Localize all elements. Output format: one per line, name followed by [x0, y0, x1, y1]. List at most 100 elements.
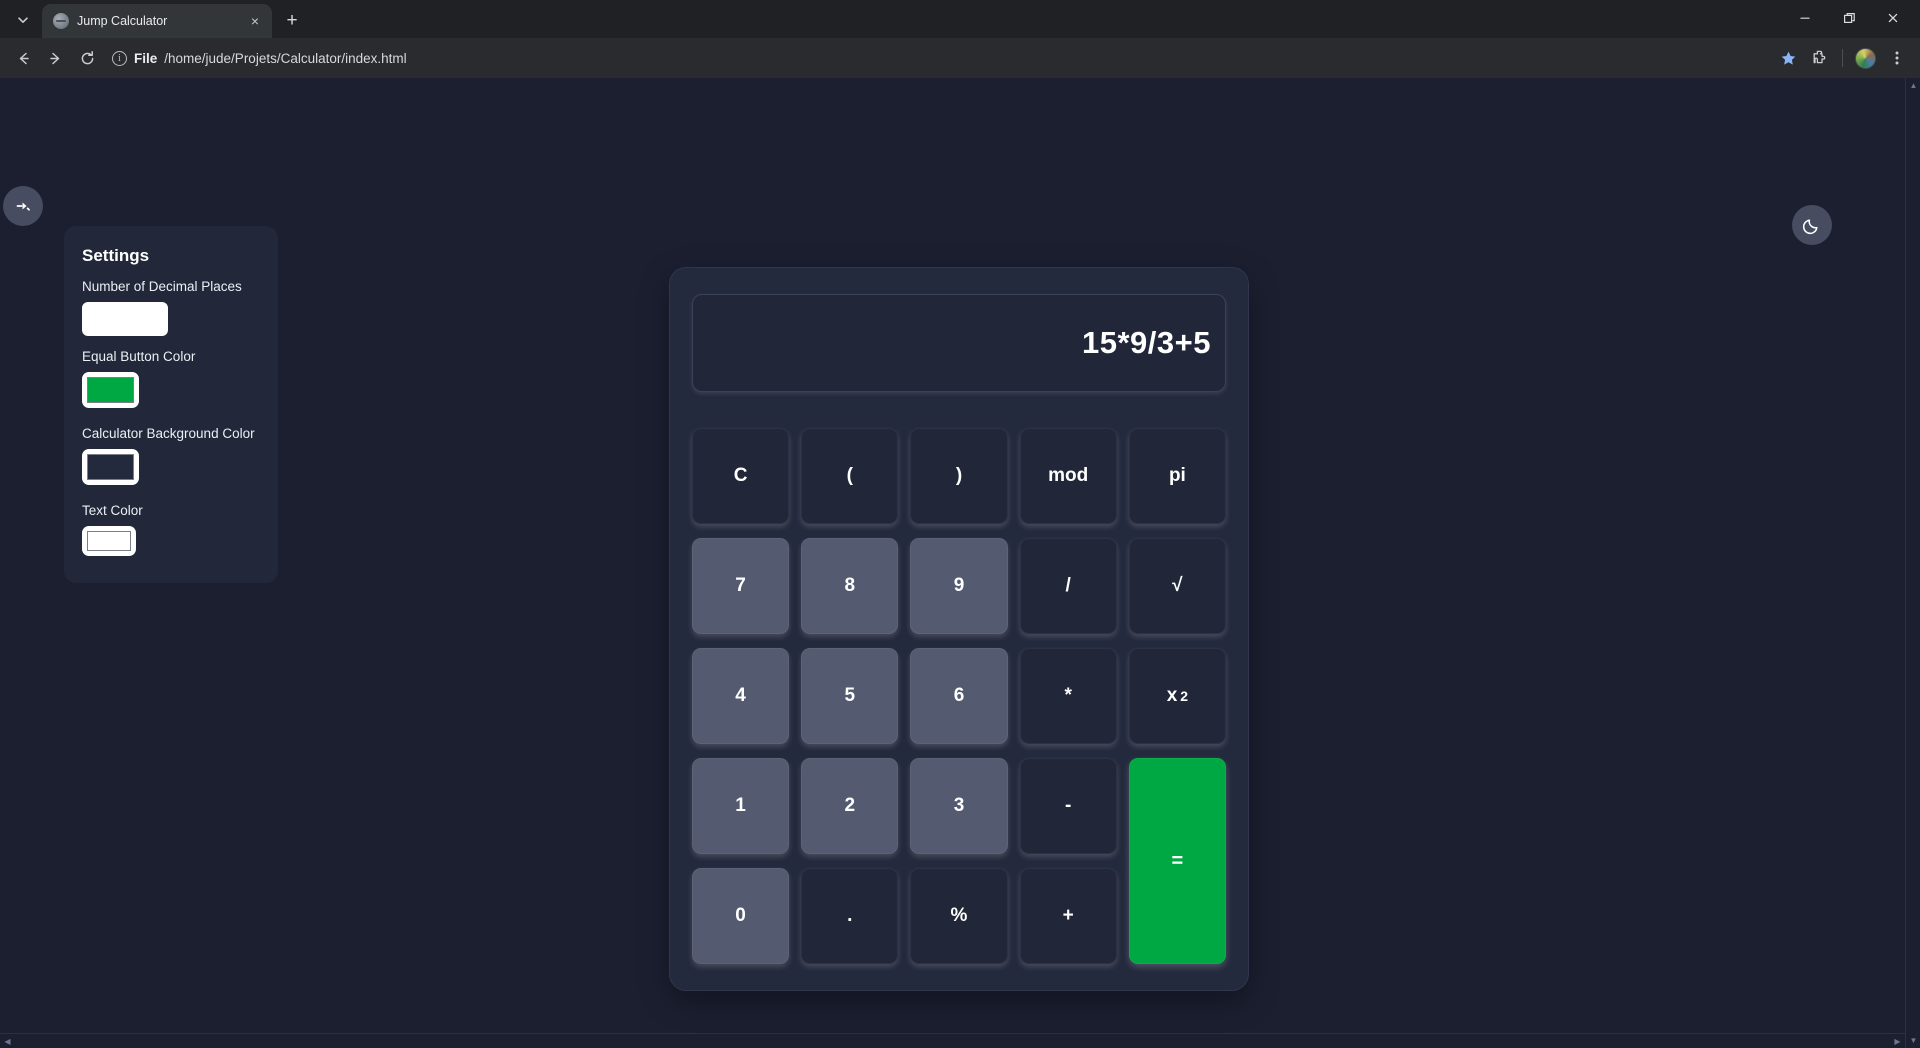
- key-superscript: 2: [1180, 688, 1189, 704]
- tab-title: Jump Calculator: [77, 14, 168, 28]
- profile-button[interactable]: [1850, 43, 1880, 73]
- key-label: =: [1171, 849, 1184, 872]
- decimal-places-input[interactable]: [82, 302, 168, 336]
- tab-search-button[interactable]: [4, 5, 42, 35]
- key-label: /: [1065, 575, 1071, 596]
- calculator-key-[interactable]: ): [910, 428, 1008, 524]
- key-label: 1: [735, 795, 746, 816]
- key-label: 7: [735, 575, 746, 596]
- browser-window: Jump Calculator × + i File /home/jude/Pr…: [0, 0, 1920, 1048]
- theme-toggle-button[interactable]: [1792, 205, 1832, 245]
- text-color-label: Text Color: [82, 503, 143, 518]
- vertical-scrollbar[interactable]: ▲ ▼: [1905, 78, 1920, 1048]
- calculator-key-[interactable]: *: [1019, 648, 1117, 744]
- address-bar[interactable]: i File /home/jude/Projets/Calculator/ind…: [112, 44, 1763, 72]
- key-label: 4: [735, 685, 746, 706]
- extensions-button[interactable]: [1805, 43, 1835, 73]
- decimal-places-label: Number of Decimal Places: [82, 279, 242, 294]
- reload-icon: [81, 50, 93, 64]
- color-chip: [87, 454, 134, 480]
- globe-icon: [53, 13, 69, 29]
- key-label: -: [1065, 795, 1072, 816]
- forward-button[interactable]: [40, 43, 70, 73]
- key-label: 8: [844, 575, 856, 596]
- calculator-key-5[interactable]: 5: [801, 648, 899, 744]
- key-label: 2: [844, 795, 856, 816]
- calculator-key-3[interactable]: 3: [910, 758, 1008, 854]
- key-label: mod: [1048, 465, 1089, 486]
- url-text: /home/jude/Projets/Calculator/index.html: [164, 50, 407, 66]
- key-label: 5: [844, 685, 856, 706]
- calculator-key-2[interactable]: 2: [801, 758, 899, 854]
- browser-toolbar: i File /home/jude/Projets/Calculator/ind…: [0, 38, 1920, 78]
- calculator-background-color-input[interactable]: [82, 449, 139, 485]
- calculator-background-color-label: Calculator Background Color: [82, 426, 255, 441]
- color-chip: [87, 377, 134, 403]
- horizontal-scrollbar[interactable]: ◀ ▶: [0, 1033, 1905, 1048]
- minimize-button[interactable]: [1784, 2, 1826, 34]
- key-label: 0: [735, 905, 746, 926]
- scroll-left-icon[interactable]: ◀: [0, 1034, 15, 1048]
- close-button[interactable]: [1872, 2, 1914, 34]
- key-label: ): [955, 465, 963, 486]
- close-icon[interactable]: ×: [246, 12, 264, 30]
- key-label: (: [846, 465, 853, 486]
- chevron-down-icon: [18, 17, 28, 23]
- calculator-key-9[interactable]: 9: [910, 538, 1008, 634]
- calculator-key-[interactable]: +: [1019, 868, 1117, 964]
- maximize-button[interactable]: [1828, 2, 1870, 34]
- calculator: 15*9/3+5 C () mod pi 7 8 9 / √ 4 5 6 * x 2 1 2 3 - = 0.% +: [670, 268, 1248, 990]
- forward-arrow-icon: [49, 52, 59, 64]
- calculator-key-pi[interactable]: pi: [1128, 428, 1226, 524]
- three-dot-menu-icon: [1895, 51, 1899, 65]
- browser-menu-button[interactable]: [1882, 43, 1912, 73]
- calculator-key-[interactable]: =: [1128, 758, 1226, 964]
- key-label: 3: [953, 795, 965, 816]
- toolbar-divider: [1842, 49, 1843, 67]
- moon-icon: [1802, 219, 1818, 235]
- key-label: 6: [953, 685, 965, 706]
- calculator-key-[interactable]: %: [910, 868, 1008, 964]
- puzzle-icon: [1813, 50, 1826, 64]
- tab-strip: Jump Calculator × +: [0, 0, 1920, 38]
- calculator-key-C[interactable]: C: [692, 428, 790, 524]
- calculator-key-x[interactable]: x2: [1128, 648, 1226, 744]
- equal-button-color-input[interactable]: [82, 372, 139, 408]
- calculator-key-[interactable]: √: [1128, 538, 1226, 634]
- bookmark-button[interactable]: [1773, 43, 1803, 73]
- calculator-key-6[interactable]: 6: [910, 648, 1008, 744]
- scroll-right-icon[interactable]: ▶: [1890, 1034, 1905, 1048]
- calculator-key-[interactable]: /: [1019, 538, 1117, 634]
- settings-panel: Settings Number of Decimal Places Equal …: [64, 226, 278, 583]
- calculator-key-4[interactable]: 4: [692, 648, 790, 744]
- collapse-panel-icon: [16, 202, 30, 211]
- new-tab-button[interactable]: +: [278, 6, 306, 34]
- calculator-key-[interactable]: (: [801, 428, 899, 524]
- key-label: C: [733, 465, 748, 486]
- display-value: 15*9/3+5: [1082, 325, 1211, 360]
- key-label: +: [1062, 905, 1074, 926]
- browser-tab[interactable]: Jump Calculator ×: [42, 4, 272, 38]
- collapse-panel-button[interactable]: [3, 186, 43, 226]
- scroll-up-icon[interactable]: ▲: [1906, 78, 1920, 93]
- window-controls: [1784, 0, 1920, 36]
- back-button[interactable]: [8, 43, 38, 73]
- scroll-down-icon[interactable]: ▼: [1906, 1033, 1920, 1048]
- close-icon: [1888, 13, 1898, 23]
- key-label: %: [950, 905, 968, 926]
- calculator-key-7[interactable]: 7: [692, 538, 790, 634]
- calculator-display[interactable]: 15*9/3+5: [692, 294, 1226, 392]
- calculator-key-8[interactable]: 8: [801, 538, 899, 634]
- calculator-key-mod[interactable]: mod: [1019, 428, 1117, 524]
- calculator-key-1[interactable]: 1: [692, 758, 790, 854]
- avatar-icon: [1854, 47, 1876, 69]
- calculator-keypad: C () mod pi 7 8 9 / √ 4 5 6 * x 2 1 2 3 - = 0.% +: [692, 428, 1226, 964]
- key-label: *: [1064, 685, 1072, 706]
- calculator-key-0[interactable]: 0: [692, 868, 790, 964]
- calculator-key-[interactable]: -: [1019, 758, 1117, 854]
- minimize-icon: [1800, 17, 1810, 19]
- info-icon: i: [112, 50, 127, 66]
- calculator-key-[interactable]: .: [801, 868, 899, 964]
- reload-button[interactable]: [72, 43, 102, 73]
- text-color-input[interactable]: [82, 526, 136, 556]
